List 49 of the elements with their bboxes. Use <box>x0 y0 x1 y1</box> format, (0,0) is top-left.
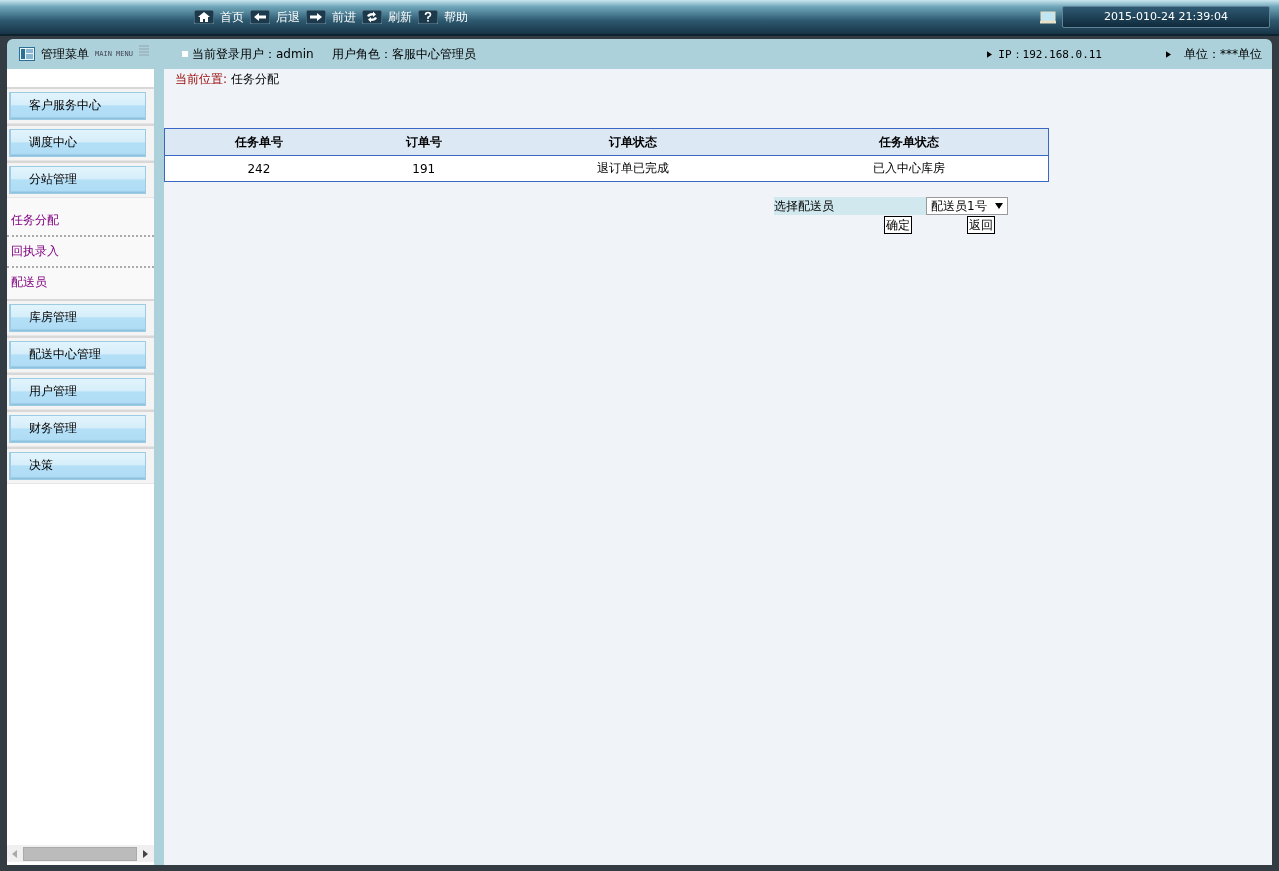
datetime-display: 2015-010-24 21:39:04 <box>1062 6 1270 28</box>
column-header: 任务单状态 <box>770 128 1049 156</box>
menu-title: 管理菜单 <box>41 45 89 63</box>
home-icon <box>194 10 214 24</box>
sidebar-menu-button[interactable]: 用户管理 <box>9 378 146 406</box>
submenu-link[interactable]: 配送员 <box>7 268 154 299</box>
help-icon <box>418 10 438 24</box>
breadcrumb-value: 任务分配 <box>231 72 280 86</box>
bullet-icon <box>182 51 188 57</box>
breadcrumb-label: 当前位置: <box>175 72 228 86</box>
refresh-icon <box>362 10 382 24</box>
ip-address: IP：192.168.0.11 <box>998 46 1102 62</box>
table-cell: 已入中心库房 <box>770 155 1049 182</box>
column-header: 订单状态 <box>494 128 771 156</box>
field-label: 选择配送员 <box>774 197 926 215</box>
nav-link[interactable]: 前进 <box>306 8 356 26</box>
dropdown-icon <box>995 203 1003 209</box>
current-user: 当前登录用户：admin <box>192 45 314 63</box>
form-button[interactable]: 返回 <box>967 216 995 234</box>
triangle-icon <box>1166 50 1171 58</box>
column-header: 任务单号 <box>164 128 353 156</box>
sidebar-menu-button[interactable]: 配送中心管理 <box>9 341 146 369</box>
courier-select[interactable]: 配送员1号 <box>926 197 1008 215</box>
nav-link[interactable]: 首页 <box>194 8 244 26</box>
nav-link[interactable]: 帮助 <box>418 8 468 26</box>
sidebar-menu-button[interactable]: 客户服务中心 <box>9 92 146 120</box>
sidebar-menu-button[interactable]: 库房管理 <box>9 304 146 332</box>
user-role: 用户角色：客服中心管理员 <box>331 45 476 63</box>
sidebar-menu-button[interactable]: 决策 <box>9 452 146 480</box>
left-arrow-icon <box>250 10 270 24</box>
table-cell: 191 <box>352 155 495 182</box>
horizontal-scrollbar[interactable] <box>7 845 154 862</box>
monitor-icon <box>1040 10 1056 24</box>
table-cell: 242 <box>164 155 353 182</box>
sidebar-menu-button[interactable]: 分站管理 <box>9 166 146 194</box>
unit-label: 单位：***单位 <box>1184 45 1262 63</box>
layout-icon <box>19 47 35 61</box>
sidebar-menu-button[interactable]: 调度中心 <box>9 129 146 157</box>
sidebar-menu-button[interactable]: 财务管理 <box>9 415 146 443</box>
table-cell: 退订单已完成 <box>494 155 771 182</box>
triangle-icon <box>987 50 993 58</box>
scroll-right-icon[interactable] <box>143 849 148 858</box>
form-button[interactable]: 确定 <box>884 216 912 234</box>
scrollbar-thumb[interactable] <box>23 846 137 861</box>
nav-link[interactable]: 后退 <box>250 8 300 26</box>
column-header: 订单号 <box>352 128 495 156</box>
nav-link[interactable]: 刷新 <box>362 8 412 26</box>
scroll-left-icon[interactable] <box>12 849 17 858</box>
right-arrow-icon <box>306 10 326 24</box>
